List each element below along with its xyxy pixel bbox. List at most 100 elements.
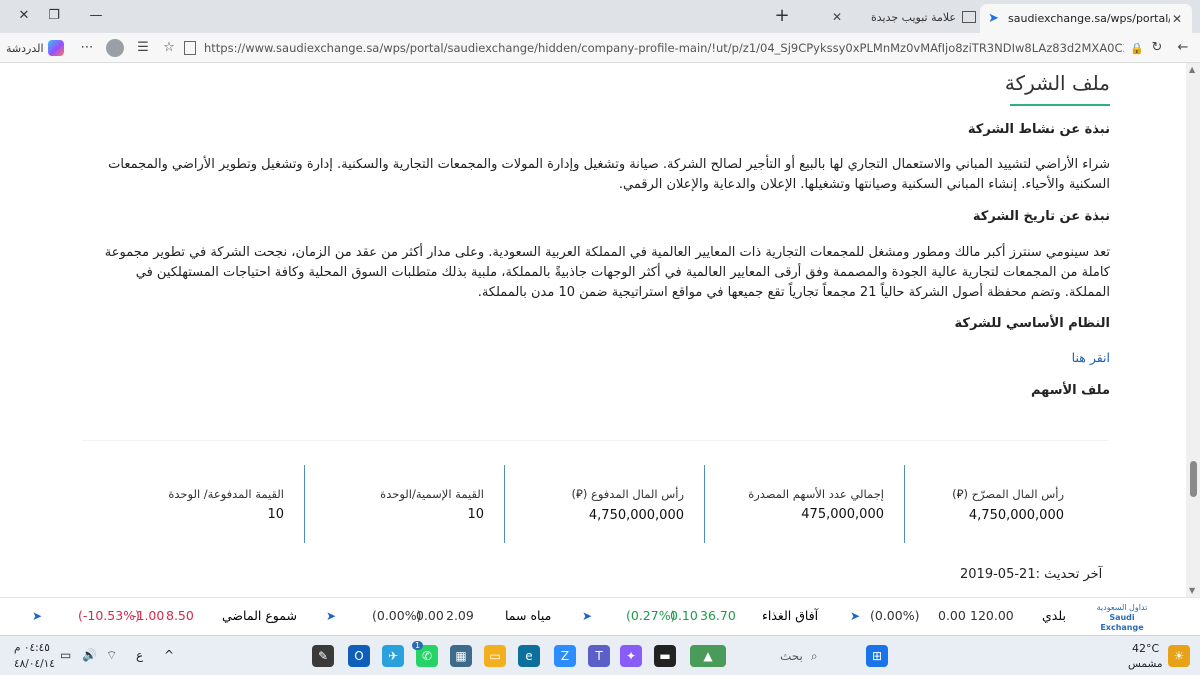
new-tab-page-icon bbox=[962, 11, 976, 23]
ticker-name[interactable]: مياه سما bbox=[505, 608, 551, 623]
activity-text: شراء الأراضي لتشييد المباني والاستعمال ا… bbox=[108, 157, 1110, 192]
ticker-name[interactable]: آفاق الغذاء bbox=[762, 608, 818, 623]
ticker-change: 0.00 bbox=[938, 608, 966, 623]
taskbar-search[interactable]: ⌕ بحث bbox=[780, 644, 860, 668]
minimize-window-icon[interactable]: — bbox=[86, 6, 106, 26]
favorites-star-icon[interactable]: ☆ bbox=[160, 39, 178, 57]
new-tab-button[interactable]: + bbox=[772, 6, 792, 26]
metric-divider bbox=[704, 465, 705, 543]
bylaws-heading: النظام الأساسي للشركة bbox=[954, 316, 1110, 331]
sticky-notes-icon[interactable]: ✎ bbox=[312, 645, 334, 667]
whatsapp-badge: 1 bbox=[412, 641, 424, 650]
stock-ticker-bar: تداول السعودية Saudi Exchange بلدي 120.0… bbox=[0, 597, 1200, 635]
wifi-icon[interactable]: ⌔ bbox=[106, 648, 117, 663]
keyboard-language[interactable]: ع bbox=[136, 648, 143, 662]
logo-text-en: Saudi Exchange bbox=[1100, 613, 1144, 632]
metric-paid-capital: رأس المال المدفوع (⃁) 4,750,000,000 bbox=[562, 465, 684, 543]
restore-window-icon[interactable]: ❐ bbox=[44, 6, 64, 26]
volume-icon[interactable]: 🔊 bbox=[82, 648, 97, 662]
metric-value: 10 bbox=[467, 507, 484, 522]
close-tab-icon[interactable]: ✕ bbox=[832, 10, 846, 24]
saudi-exchange-favicon-icon: ➤ bbox=[988, 10, 999, 26]
telegram-icon[interactable]: ✈ bbox=[382, 645, 404, 667]
landscape-widget-icon[interactable]: ▲ bbox=[690, 645, 726, 667]
ticker-percent: (-10.53%) bbox=[78, 608, 140, 623]
ticker-marker-icon: ➤ bbox=[32, 609, 43, 623]
windows-start-icon[interactable]: ⊞ bbox=[866, 645, 888, 667]
tab-label: علامة تبويب جديدة bbox=[870, 10, 956, 24]
ticker-percent: (0.27%) bbox=[626, 608, 676, 623]
back-arrow-icon[interactable]: ← bbox=[1174, 39, 1192, 57]
ticker-name[interactable]: بلدي bbox=[1042, 608, 1066, 623]
more-options-icon[interactable]: ⋯ bbox=[78, 39, 96, 57]
zoom-icon[interactable]: Z bbox=[554, 645, 576, 667]
clock-time[interactable]: ٠٤:٤٥ م bbox=[14, 642, 50, 654]
edge-browser-icon[interactable]: e bbox=[518, 645, 540, 667]
ticker-marker-icon: ➤ bbox=[582, 609, 593, 623]
metric-label: رأس المال المصرّح (⃁) bbox=[952, 487, 1064, 501]
ticker-marker-icon: ➤ bbox=[850, 609, 861, 623]
lock-icon[interactable]: 🔒 bbox=[1130, 42, 1144, 55]
metric-value: 4,750,000,000 bbox=[588, 508, 684, 523]
copilot-taskbar-icon[interactable]: ✦ bbox=[620, 645, 642, 667]
copilot-chat-button[interactable]: الدردشة bbox=[6, 37, 68, 59]
refresh-icon[interactable]: ↻ bbox=[1148, 39, 1166, 57]
ticker-percent: (0.00%) bbox=[372, 608, 422, 623]
tab-saudi-exchange[interactable]: ➤ saudiexchange.sa/wps/portal/saudiexcha… bbox=[980, 4, 1192, 33]
copilot-icon bbox=[47, 40, 64, 56]
metric-paid-value: القيمة المدفوعة/ الوحدة 10 bbox=[164, 465, 284, 543]
collections-icon[interactable]: ☰ bbox=[134, 39, 152, 57]
ticker-percent: (0.00%) bbox=[870, 608, 920, 623]
activity-heading: نبذة عن نشاط الشركة bbox=[967, 122, 1110, 137]
history-heading: نبذة عن تاريخ الشركة bbox=[972, 209, 1110, 224]
history-text: تعد سينومي سنترز أكبر مالك ومطور ومشغل ل… bbox=[104, 245, 1110, 300]
bylaws-link[interactable]: انقر هنا bbox=[1072, 350, 1110, 365]
ticker-price: 2.09 bbox=[446, 608, 474, 623]
close-window-icon[interactable]: ✕ bbox=[14, 6, 34, 26]
url-input[interactable]: https://www.saudiexchange.sa/wps/portal/… bbox=[184, 37, 1144, 59]
clock-date[interactable]: ٤٨/٠٤/١٤ bbox=[14, 658, 55, 670]
ticker-price: 36.70 bbox=[700, 608, 736, 623]
ticker-name[interactable]: شموع الماضي bbox=[222, 608, 297, 623]
metric-issued-shares: إجمالي عدد الأسهم المصدرة 475,000,000 bbox=[742, 465, 884, 543]
outlook-icon[interactable]: O bbox=[348, 645, 370, 667]
teams-icon[interactable]: T bbox=[588, 645, 610, 667]
weather-temp[interactable]: 42°C bbox=[1132, 642, 1159, 655]
page-title: ملف الشركة bbox=[1004, 71, 1110, 95]
metric-value: 10 bbox=[267, 507, 284, 522]
metric-divider bbox=[904, 465, 905, 543]
weather-desc: مشمس bbox=[1128, 658, 1163, 670]
store-icon[interactable]: ▦ bbox=[450, 645, 472, 667]
metric-label: إجمالي عدد الأسهم المصدرة bbox=[748, 487, 884, 501]
scroll-down-arrow-icon[interactable]: ▼ bbox=[1189, 586, 1195, 595]
vertical-scrollbar[interactable]: ▲ ▼ bbox=[1186, 63, 1200, 597]
shares-profile-panel: رأس المال المصرّح (⃁) 4,750,000,000 إجما… bbox=[82, 440, 1108, 597]
page-content: ملف الشركة نبذة عن نشاط الشركة شراء الأر… bbox=[0, 63, 1186, 597]
metric-label: رأس المال المدفوع (⃁) bbox=[571, 487, 684, 501]
ticker-price: 120.00 bbox=[970, 608, 1014, 623]
page-info-icon[interactable] bbox=[184, 41, 196, 55]
sun-weather-icon[interactable]: ☀ bbox=[1168, 645, 1190, 667]
tab-label: saudiexchange.sa/wps/portal/saudiexchang… bbox=[1008, 12, 1170, 25]
scrollbar-thumb[interactable] bbox=[1190, 461, 1197, 497]
chevron-up-icon[interactable]: ^ bbox=[164, 648, 174, 662]
file-explorer-icon[interactable]: ▭ bbox=[484, 645, 506, 667]
close-tab-icon[interactable]: ✕ bbox=[1170, 12, 1184, 26]
browser-tab-bar: ✕ ❐ — + ✕ علامة تبويب جديدة ➤ saudiexcha… bbox=[0, 0, 1200, 33]
app-dark-icon[interactable]: ▬ bbox=[654, 645, 676, 667]
saudi-exchange-logo[interactable]: تداول السعودية Saudi Exchange bbox=[1092, 603, 1152, 632]
title-underline bbox=[1010, 104, 1110, 106]
scroll-up-arrow-icon[interactable]: ▲ bbox=[1189, 65, 1195, 74]
metric-label: القيمة المدفوعة/ الوحدة bbox=[168, 487, 284, 501]
search-label: بحث bbox=[780, 649, 803, 663]
ticker-price: 8.50 bbox=[166, 608, 194, 623]
address-bar-row: الدردشة ⋯ ☰ ☆ https://www.saudiexchange.… bbox=[0, 33, 1200, 63]
battery-icon[interactable]: ▭ bbox=[60, 648, 71, 662]
last-update-text: آخر تحديث :21-05-2019 bbox=[960, 567, 1103, 582]
metric-authorized-capital: رأس المال المصرّح (⃁) 4,750,000,000 bbox=[952, 465, 1064, 543]
metric-divider bbox=[504, 465, 505, 543]
tab-new-tab[interactable]: ✕ علامة تبويب جديدة bbox=[824, 4, 984, 30]
metric-par-value: القيمة الإسمية/الوحدة 10 bbox=[364, 465, 484, 543]
metric-label: القيمة الإسمية/الوحدة bbox=[380, 487, 484, 501]
profile-avatar[interactable] bbox=[106, 39, 124, 57]
